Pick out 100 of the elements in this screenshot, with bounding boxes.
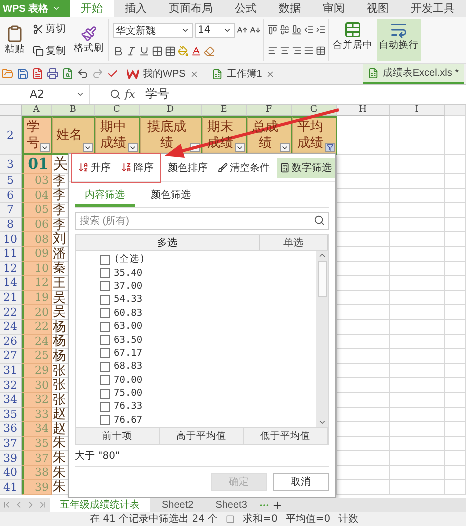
menu-tab[interactable]: 页面布局 <box>158 0 224 17</box>
color-sort-button[interactable]: 颜色排序 <box>165 158 211 178</box>
format-painter-button[interactable]: 格式刷 <box>72 24 106 56</box>
filter-button[interactable] <box>40 143 50 152</box>
filter-tab[interactable]: 颜色筛选 <box>141 186 201 207</box>
checkbox[interactable] <box>100 294 110 305</box>
row-number[interactable]: 32 <box>0 378 22 393</box>
sort-button[interactable]: 降序 <box>118 158 157 178</box>
font-name-field[interactable]: 华文新魏 <box>113 23 193 38</box>
cancel-button[interactable]: 取消 <box>273 473 329 491</box>
row-number[interactable]: 39 <box>0 451 22 466</box>
menu-tab[interactable]: 公式 <box>224 0 268 17</box>
scroll-thumb[interactable] <box>318 261 326 297</box>
quick-filter-button[interactable]: 前十项 <box>76 428 160 444</box>
row-number[interactable]: 11 <box>0 246 22 262</box>
number-filter-button[interactable]: 数字筛选 <box>277 158 335 178</box>
menu-tab[interactable]: 插入 <box>114 0 158 17</box>
checkbox[interactable] <box>100 348 110 358</box>
row-number[interactable]: 8 <box>0 218 22 232</box>
checkbox[interactable] <box>100 254 110 265</box>
list-mode-tab[interactable]: 多选 <box>76 235 260 250</box>
checkbox[interactable] <box>100 322 110 332</box>
row-number[interactable]: 36 <box>0 422 22 437</box>
checkbox[interactable] <box>100 268 110 278</box>
paste-button[interactable]: 粘贴 <box>3 22 27 58</box>
merge-center-button[interactable]: 合并居中 <box>331 19 375 61</box>
row-number[interactable]: 37 <box>0 436 22 452</box>
wrap-text-button[interactable]: 自动换行 <box>377 19 421 61</box>
row-number[interactable]: 24 <box>0 320 22 335</box>
row-number[interactable]: 34 <box>0 392 22 408</box>
row-number[interactable]: 27 <box>0 349 22 364</box>
row-number[interactable]: 21 <box>0 290 22 306</box>
column-header[interactable]: E <box>202 105 247 116</box>
row-number[interactable]: 3 <box>0 155 22 174</box>
value-label: 75.00 <box>114 388 143 400</box>
filter-button[interactable] <box>83 143 93 152</box>
filter-button[interactable] <box>325 143 335 152</box>
close-icon[interactable] <box>190 70 199 78</box>
document-tab[interactable]: 工作簿1 <box>206 64 280 84</box>
menu-tab[interactable]: 开始 <box>70 0 114 17</box>
row-number[interactable]: 14 <box>0 276 22 291</box>
row-number[interactable]: 22 <box>0 305 22 320</box>
checkbox[interactable] <box>100 281 110 292</box>
checkbox[interactable] <box>100 362 110 372</box>
row-number[interactable]: 10 <box>0 232 22 247</box>
filter-button[interactable] <box>128 143 138 152</box>
table-cell <box>390 349 445 364</box>
menu-tab[interactable]: 视图 <box>356 0 400 17</box>
column-header[interactable]: D <box>140 105 202 116</box>
column-header[interactable]: H <box>337 105 390 116</box>
column-header[interactable]: I <box>390 105 445 116</box>
column-header[interactable]: A <box>22 105 52 116</box>
column-header[interactable]: B <box>52 105 95 116</box>
clear-button[interactable]: 清空条件 <box>215 158 273 178</box>
column-header[interactable]: F <box>247 105 292 116</box>
cut-button[interactable]: 剪切 <box>31 21 68 37</box>
checkbox[interactable] <box>100 308 110 318</box>
menu-tab[interactable]: 开发工具 <box>400 0 466 17</box>
row-number[interactable]: 31 <box>0 364 22 378</box>
filter-button[interactable] <box>280 143 290 152</box>
search-icon[interactable] <box>314 215 325 226</box>
document-tab[interactable]: 我的WPS <box>122 64 204 84</box>
row-number[interactable]: 2 <box>0 116 22 155</box>
quick-filter-button[interactable]: 高于平均值 <box>160 428 244 444</box>
menu-tab[interactable]: 审阅 <box>312 0 356 17</box>
checkbox[interactable] <box>100 335 110 346</box>
row-number[interactable]: 40 <box>0 466 22 480</box>
row-number[interactable]: 41 <box>0 480 22 496</box>
scroll-up-icon[interactable] <box>318 251 326 260</box>
row-number[interactable]: 7 <box>0 203 22 218</box>
filter-tab[interactable]: 内容筛选 <box>75 186 135 207</box>
checkbox[interactable] <box>100 402 110 412</box>
filter-button[interactable] <box>235 143 245 152</box>
column-header[interactable]: C <box>95 105 140 116</box>
function-label[interactable]: fx <box>125 88 136 101</box>
row-number[interactable]: 12 <box>0 262 22 276</box>
list-mode-tab[interactable]: 单选 <box>260 235 328 250</box>
scroll-down-icon[interactable] <box>318 418 326 427</box>
document-tab[interactable]: 成绩表Excel.xls * <box>362 64 464 84</box>
row-number[interactable]: 35 <box>0 408 22 422</box>
redo-icon <box>92 68 104 80</box>
sheet-tab[interactable]: 五年级成绩统计表 <box>50 498 150 512</box>
menu-tab[interactable]: 数据 <box>268 0 312 17</box>
checkbox[interactable] <box>100 375 110 386</box>
sheet-tab[interactable]: Sheet2 <box>152 498 204 512</box>
copy-button[interactable]: 复制 <box>31 43 68 59</box>
folder-icon <box>2 68 14 80</box>
checkbox[interactable] <box>100 415 110 426</box>
row-number[interactable]: 5 <box>0 174 22 189</box>
font-size-field[interactable]: 14 <box>195 23 235 38</box>
quick-filter-button[interactable]: 低于平均值 <box>244 428 328 444</box>
sheet-tab[interactable]: Sheet3 <box>206 498 258 512</box>
row-number[interactable]: 26 <box>0 334 22 350</box>
row-number[interactable]: 6 <box>0 188 22 204</box>
checkbox[interactable] <box>100 388 110 399</box>
scrollbar[interactable] <box>316 251 328 427</box>
cell-reference[interactable]: A2 <box>30 88 45 101</box>
close-icon[interactable] <box>266 70 276 78</box>
formula-value[interactable]: 学号 <box>145 86 170 103</box>
search-field[interactable]: 搜索 (所有) <box>75 212 329 230</box>
